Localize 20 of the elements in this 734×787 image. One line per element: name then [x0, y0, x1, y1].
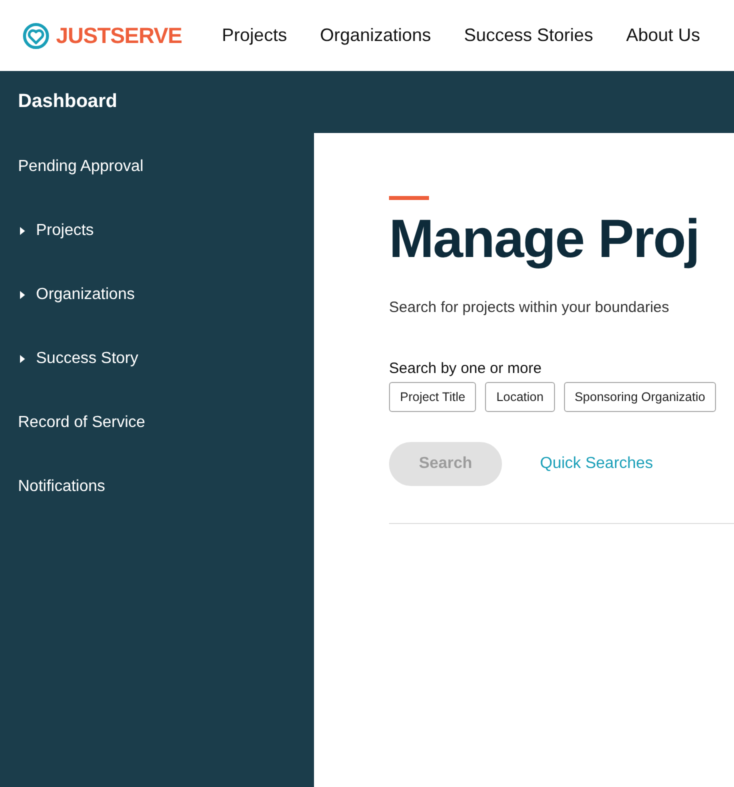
filter-chip[interactable]: Project Title: [389, 382, 476, 412]
sidebar-item[interactable]: Projects: [18, 199, 314, 263]
nav-link[interactable]: Success Stories: [464, 25, 594, 46]
sidebar-item[interactable]: Success Story: [18, 327, 314, 391]
nav-link[interactable]: About Us: [626, 25, 700, 46]
caret-icon: [20, 355, 25, 363]
caret-icon: [20, 227, 25, 235]
subtitle: Search for projects within your boundaries: [389, 299, 670, 316]
filter-label: Search by one or more: [389, 360, 543, 378]
page-title: Manage Proj: [389, 210, 700, 270]
sidebar-item[interactable]: Organizations: [18, 263, 314, 327]
heart-logo-icon: [22, 22, 50, 50]
filter-chip[interactable]: Location: [485, 382, 555, 412]
nav-link[interactable]: Projects: [222, 25, 287, 46]
nav-link[interactable]: Organizations: [320, 25, 432, 46]
sidebar-item[interactable]: Record of Service: [18, 391, 314, 455]
sidebar-item[interactable]: Notifications: [18, 455, 314, 519]
filter-chip[interactable]: Sponsoring Organizatio: [564, 382, 716, 412]
caret-icon: [20, 291, 25, 299]
accent-bar: [389, 196, 429, 200]
